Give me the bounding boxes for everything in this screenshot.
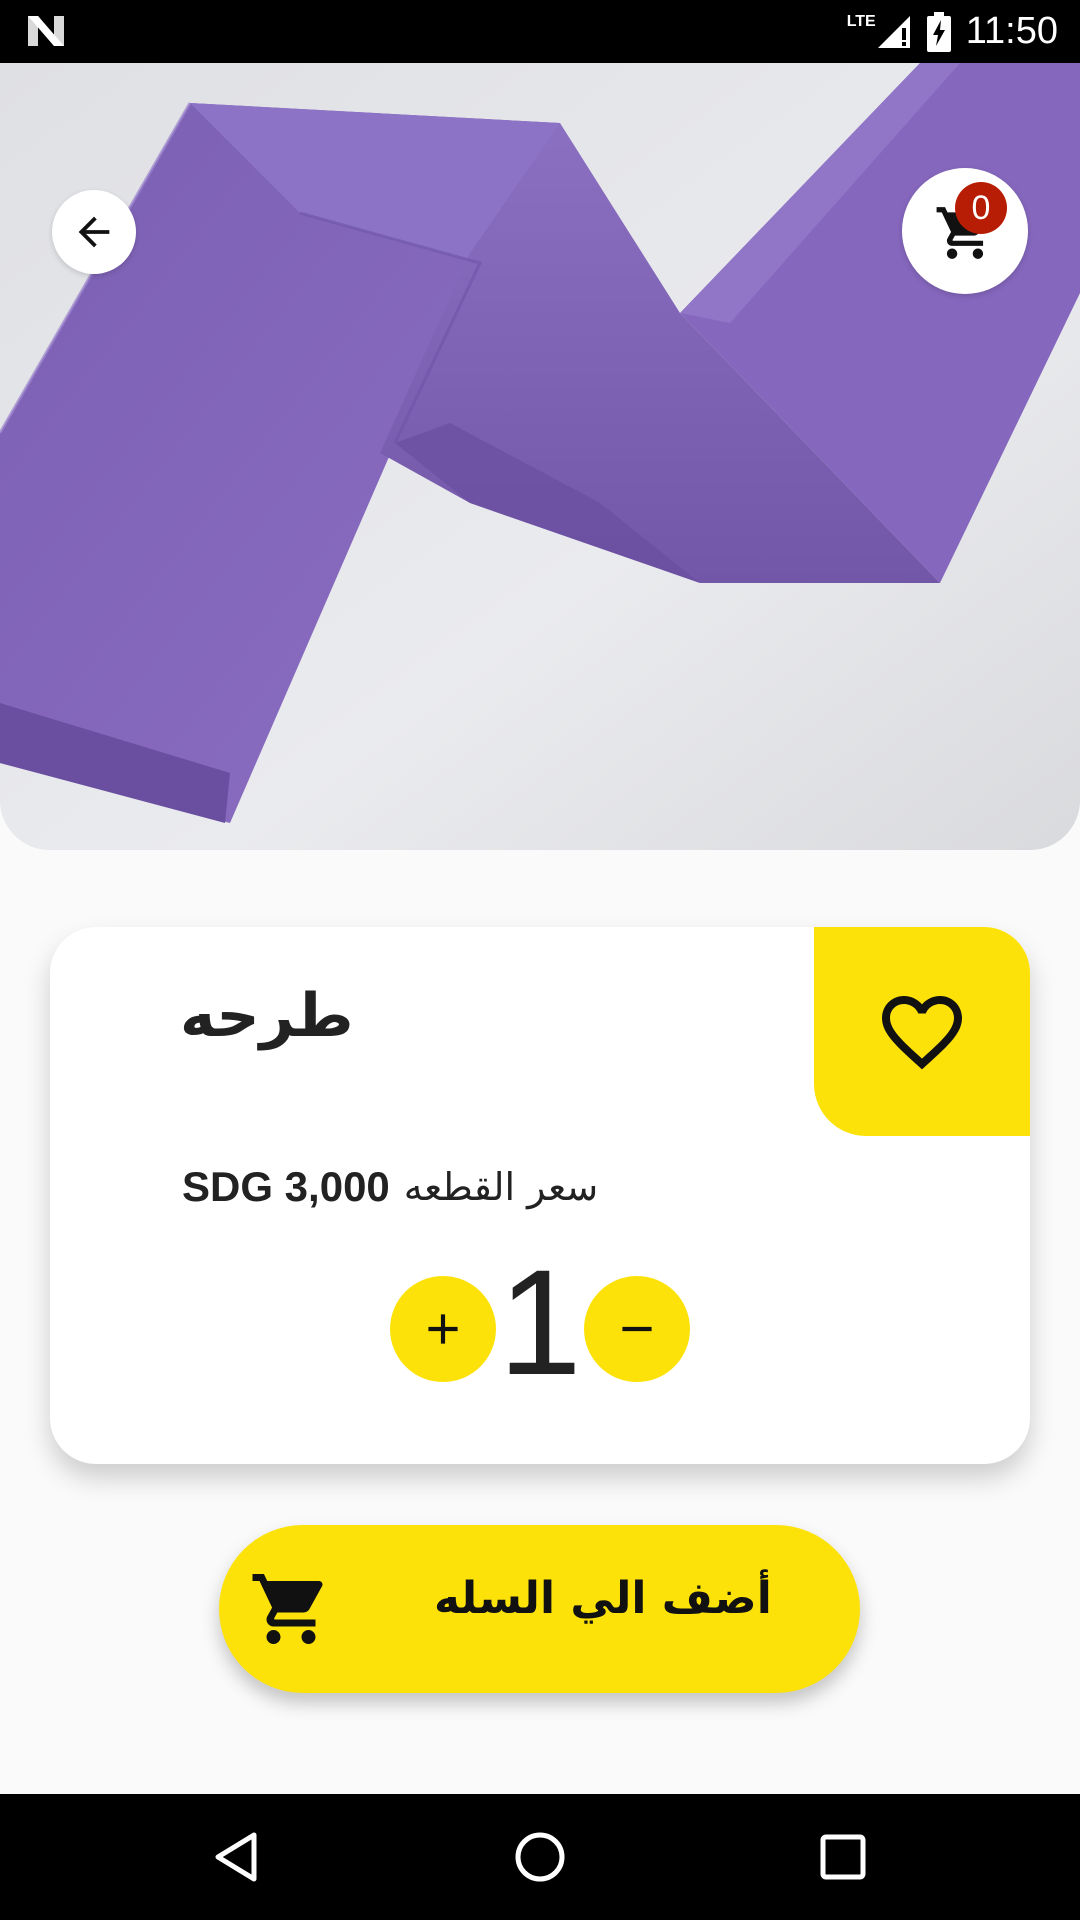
nav-recents-icon (820, 1834, 866, 1880)
back-button[interactable] (52, 190, 136, 274)
price-value: SDG 3,000 (182, 1163, 390, 1210)
nav-home-button[interactable] (480, 1794, 600, 1920)
status-time: 11:50 (965, 10, 1058, 52)
nav-recents-button[interactable] (783, 1794, 903, 1920)
add-to-cart-button[interactable]: أضف الي السله (219, 1525, 860, 1693)
favorite-button[interactable] (814, 927, 1030, 1136)
signal-icon (877, 15, 910, 48)
heart-icon (882, 995, 962, 1069)
product-title: طرحه (180, 981, 354, 1051)
nav-back-icon (215, 1832, 257, 1882)
navigation-bar (0, 1794, 1080, 1920)
battery-charging-icon (926, 11, 951, 52)
cart-count-badge: 0 (955, 182, 1007, 234)
product-image (0, 63, 1080, 850)
product-card: طرحه SDG 3,000 سعر القطعه 1 (50, 927, 1030, 1464)
increase-quantity-button[interactable] (390, 1276, 496, 1382)
minus-icon (622, 1326, 652, 1332)
android-n-icon (28, 16, 64, 46)
decrease-quantity-button[interactable] (584, 1276, 690, 1382)
quantity-value: 1 (498, 1238, 582, 1406)
network-type: LTE (846, 12, 876, 30)
nav-back-button[interactable] (176, 1794, 296, 1920)
back-arrow-icon (78, 216, 110, 248)
add-to-cart-label: أضف الي السله (434, 1573, 772, 1624)
status-bar: LTE 11:50 (0, 0, 1080, 63)
cart-icon (252, 1574, 323, 1644)
price-row: SDG 3,000 سعر القطعه (182, 1163, 598, 1211)
plus-icon (428, 1314, 458, 1344)
price-label: سعر القطعه (403, 1165, 599, 1209)
nav-home-icon (515, 1832, 565, 1882)
